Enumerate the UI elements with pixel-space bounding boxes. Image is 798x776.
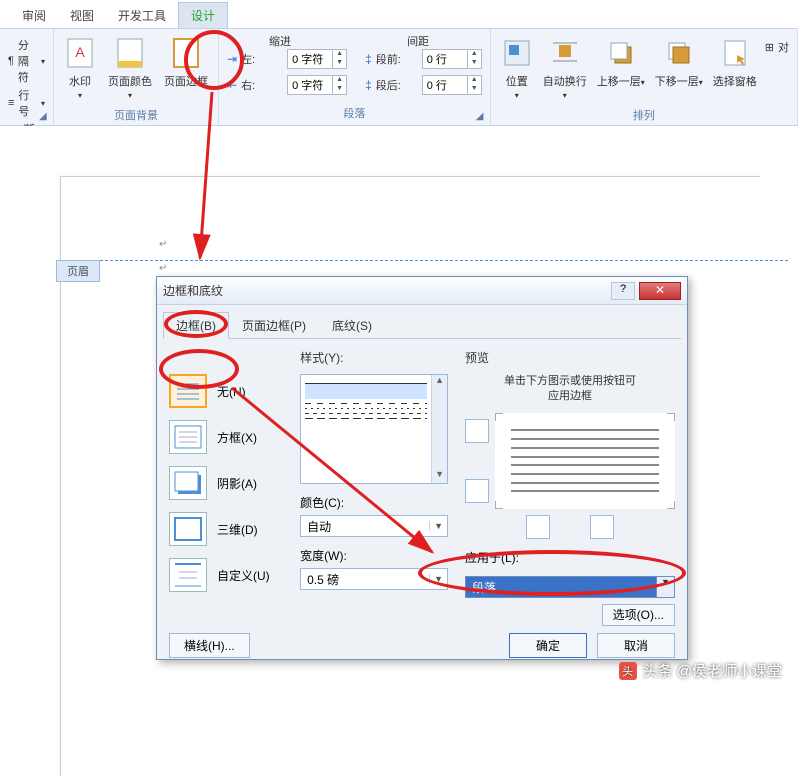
position-button[interactable]: 位置▾ bbox=[499, 33, 535, 105]
page-color-button[interactable]: 页面颜色▾ bbox=[106, 33, 154, 105]
dialog-titlebar[interactable]: 边框和底纹 ? ✕ bbox=[157, 277, 687, 305]
tab-shading[interactable]: 底纹(S) bbox=[319, 312, 385, 339]
preview-top-border-button[interactable] bbox=[465, 419, 489, 443]
spacing-before-icon: ‡ bbox=[365, 52, 372, 66]
close-button[interactable]: ✕ bbox=[639, 282, 681, 300]
para-mark: ↵ bbox=[159, 239, 167, 250]
shadow-icon bbox=[169, 466, 207, 500]
indent-left-icon: ⇥ bbox=[227, 52, 237, 66]
paragraph-group: 缩进 ⇥ 左: ▲▼ ⇤ 右: ▲▼ 间距 ‡ 段前: ▲▼ bbox=[219, 29, 491, 125]
header-tag: 页眉 bbox=[56, 260, 100, 282]
threeD-icon bbox=[169, 512, 207, 546]
selection-pane-button[interactable]: 选择窗格 bbox=[711, 33, 759, 105]
apply-to-label: 应用于(L): bbox=[465, 549, 675, 566]
style-listbox[interactable]: ▲▼ bbox=[300, 374, 448, 484]
linenum-icon: ≡ bbox=[8, 97, 14, 109]
bring-fwd-icon bbox=[605, 37, 637, 69]
page-background-group: A 水印▾ 页面颜色▾ 页面边框 页面背景 bbox=[54, 29, 219, 125]
none-icon bbox=[169, 374, 207, 408]
wrap-text-button[interactable]: 自动换行▾ bbox=[541, 33, 589, 105]
page-border-button[interactable]: 页面边框 bbox=[162, 33, 210, 105]
send-back-icon bbox=[663, 37, 695, 69]
borders-shading-dialog: 边框和底纹 ? ✕ 边框(B) 页面边框(P) 底纹(S) 设置: 无(N) 方… bbox=[156, 276, 688, 660]
spacing-after-spinner[interactable]: ▲▼ bbox=[422, 75, 482, 95]
setting-none[interactable]: 无(N) bbox=[169, 374, 288, 408]
preview-label: 预览 bbox=[465, 349, 675, 366]
selection-pane-icon bbox=[719, 37, 751, 69]
align-button[interactable]: ⊞对 bbox=[765, 39, 789, 55]
dialog-tabs: 边框(B) 页面边框(P) 底纹(S) bbox=[163, 311, 681, 339]
dialog-title: 边框和底纹 bbox=[163, 282, 611, 299]
style-label: 样式(Y): bbox=[300, 349, 453, 366]
watermark: 头头条 @侯老师小课堂 bbox=[619, 660, 782, 681]
custom-icon bbox=[169, 558, 207, 592]
group-label: 段落 bbox=[227, 103, 482, 121]
tab-border[interactable]: 边框(B) bbox=[163, 312, 229, 339]
spacing-before-label: 段前: bbox=[376, 51, 418, 67]
svg-text:A: A bbox=[75, 44, 85, 60]
indent-left-label: 左: bbox=[241, 51, 283, 67]
wrap-icon bbox=[549, 37, 581, 69]
page-border-icon bbox=[170, 37, 202, 69]
preview-bottom-border-button[interactable] bbox=[465, 479, 489, 503]
tab-view[interactable]: 视图 bbox=[58, 3, 106, 28]
page-breaks-button[interactable]: ¶分隔符▾ bbox=[8, 37, 45, 85]
spacing-before-spinner[interactable]: ▲▼ bbox=[422, 49, 482, 69]
dialog-launcher-icon[interactable]: ◢ bbox=[39, 111, 51, 123]
ribbon: ¶分隔符▾ ≡行号▾ bc断字▾ ◢ A 水印▾ 页面颜色▾ 页面边框 页面背景 bbox=[0, 28, 798, 126]
preview-right-border-button[interactable] bbox=[590, 515, 614, 539]
page-color-icon bbox=[114, 37, 146, 69]
indent-right-label: 右: bbox=[241, 77, 283, 93]
ribbon-tabs: 审阅 视图 开发工具 设计 bbox=[0, 0, 798, 28]
horizontal-line-button[interactable]: 横线(H)... bbox=[169, 633, 250, 658]
tab-devtools[interactable]: 开发工具 bbox=[106, 3, 178, 28]
help-button[interactable]: ? bbox=[611, 282, 635, 300]
setting-3d[interactable]: 三维(D) bbox=[169, 512, 288, 546]
color-combo[interactable]: 自动▼ bbox=[300, 515, 448, 537]
spacing-after-label: 段后: bbox=[376, 77, 418, 93]
toutiao-logo-icon: 头 bbox=[619, 662, 637, 680]
group-label: 排列 bbox=[499, 105, 789, 123]
preview-canvas bbox=[495, 413, 675, 509]
tab-page-border[interactable]: 页面边框(P) bbox=[229, 312, 319, 339]
bring-forward-button[interactable]: 上移一层▾ bbox=[595, 33, 647, 105]
breaks-icon: ¶ bbox=[8, 55, 14, 67]
width-combo[interactable]: 0.5 磅▼ bbox=[300, 568, 448, 590]
spacing-header: 间距 bbox=[407, 33, 429, 49]
setting-shadow[interactable]: 阴影(A) bbox=[169, 466, 288, 500]
para-mark: ↵ bbox=[159, 263, 167, 274]
box-icon bbox=[169, 420, 207, 454]
tab-review[interactable]: 审阅 bbox=[10, 3, 58, 28]
align-icon: ⊞ bbox=[765, 41, 774, 54]
color-label: 颜色(C): bbox=[300, 494, 453, 511]
group-label: 页面背景 bbox=[62, 105, 210, 123]
scrollbar[interactable]: ▲▼ bbox=[431, 375, 447, 483]
position-icon bbox=[501, 37, 533, 69]
indent-right-icon: ⇤ bbox=[227, 78, 237, 92]
indent-left-spinner[interactable]: ▲▼ bbox=[287, 49, 347, 69]
cancel-button[interactable]: 取消 bbox=[597, 633, 675, 658]
setting-custom[interactable]: 自定义(U) bbox=[169, 558, 288, 592]
watermark-button[interactable]: A 水印▾ bbox=[62, 33, 98, 105]
width-label: 宽度(W): bbox=[300, 547, 453, 564]
ok-button[interactable]: 确定 bbox=[509, 633, 587, 658]
arrange-group: 位置▾ 自动换行▾ 上移一层▾ 下移一层▾ 选择窗格 ⊞对 排列 bbox=[491, 29, 798, 125]
indent-right-spinner[interactable]: ▲▼ bbox=[287, 75, 347, 95]
dialog-launcher-icon[interactable]: ◢ bbox=[476, 111, 488, 123]
options-button[interactable]: 选项(O)... bbox=[602, 604, 675, 626]
preview-hint: 单击下方图示或使用按钮可应用边框 bbox=[465, 374, 675, 405]
tab-design[interactable]: 设计 bbox=[178, 2, 228, 28]
apply-to-combo[interactable]: 段落▼ bbox=[465, 576, 675, 598]
header-boundary bbox=[60, 260, 788, 261]
send-backward-button[interactable]: 下移一层▾ bbox=[653, 33, 705, 105]
preview-left-border-button[interactable] bbox=[526, 515, 550, 539]
watermark-icon: A bbox=[64, 37, 96, 69]
spacing-after-icon: ‡ bbox=[365, 78, 372, 92]
setting-box[interactable]: 方框(X) bbox=[169, 420, 288, 454]
indent-header: 缩进 bbox=[269, 33, 291, 49]
